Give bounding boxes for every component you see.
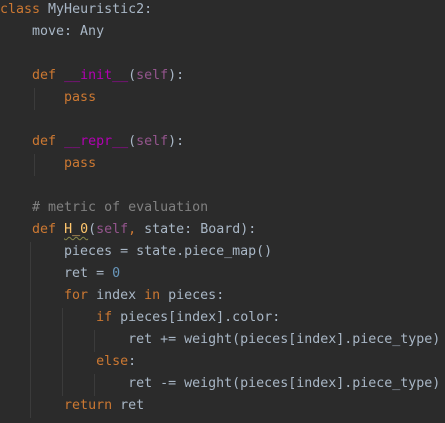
code-token: pieces[index].color:: [120, 310, 281, 325]
code-token-kw: if: [96, 310, 121, 325]
code-token: ):: [168, 134, 185, 149]
code-token-kw: for: [64, 288, 97, 303]
code-line[interactable]: def H_0(self, state: Board):: [0, 219, 256, 241]
code-token-kw: else: [96, 354, 129, 369]
code-token: (: [128, 134, 137, 149]
code-token-dunder: __repr__: [64, 134, 129, 149]
code-token-comment: # metric of evaluation: [0, 200, 209, 215]
code-line[interactable]: return ret: [0, 395, 144, 417]
code-token: ):: [168, 68, 185, 83]
code-token-kw: def: [32, 68, 65, 83]
code-token-self: self: [136, 134, 169, 149]
code-line[interactable]: class MyHeuristic2:: [0, 0, 152, 21]
code-token: :: [128, 354, 137, 369]
code-token-kw: pass: [64, 90, 97, 105]
code-line[interactable]: move: Any: [0, 21, 104, 43]
code-token: ret += weight(pieces[index].piece_type): [0, 332, 441, 347]
code-token-dunder: __init__: [64, 68, 129, 83]
code-token-fn: H_0: [64, 222, 89, 237]
code-line[interactable]: def __init__(self):: [0, 65, 184, 87]
code-token: index: [96, 288, 145, 303]
code-line[interactable]: def __repr__(self):: [0, 131, 184, 153]
code-line[interactable]: pieces = state.piece_map(): [0, 241, 272, 263]
code-line[interactable]: pass: [0, 87, 96, 109]
code-token: ret -= weight(pieces[index].piece_type): [0, 376, 441, 391]
code-token: (: [128, 68, 137, 83]
code-line[interactable]: ret += weight(pieces[index].piece_type): [0, 329, 440, 351]
code-line[interactable]: else:: [0, 351, 136, 373]
code-token: ret =: [0, 266, 113, 281]
code-token: MyHeuristic2:: [48, 2, 153, 17]
code-token-kw: class: [0, 2, 49, 17]
code-token-self: self: [96, 222, 129, 237]
code-token: pieces:: [168, 288, 225, 303]
code-line[interactable]: ret = 0: [0, 263, 120, 285]
code-token-kw: in: [144, 288, 169, 303]
code-line[interactable]: ret -= weight(pieces[index].piece_type): [0, 373, 440, 395]
code-token-kw: ,: [128, 222, 145, 237]
code-line[interactable]: if pieces[index].color:: [0, 307, 280, 329]
code-token-kw: return: [64, 398, 121, 413]
code-token-kw: def: [32, 134, 65, 149]
code-token-num: 0: [112, 266, 121, 281]
code-token: (: [88, 222, 97, 237]
code-token: move: Any: [0, 24, 105, 39]
code-line[interactable]: for index in pieces:: [0, 285, 224, 307]
code-editor[interactable]: class MyHeuristic2: move: Any def __init…: [0, 0, 445, 423]
code-token: pieces = state.piece_map(): [0, 244, 273, 259]
code-token: ret: [120, 398, 145, 413]
code-line[interactable]: # metric of evaluation: [0, 197, 208, 219]
code-token-kw: def: [32, 222, 65, 237]
code-token-kw: pass: [64, 156, 97, 171]
code-token-self: self: [136, 68, 169, 83]
code-token: state: Board):: [144, 222, 257, 237]
code-line[interactable]: pass: [0, 153, 96, 175]
